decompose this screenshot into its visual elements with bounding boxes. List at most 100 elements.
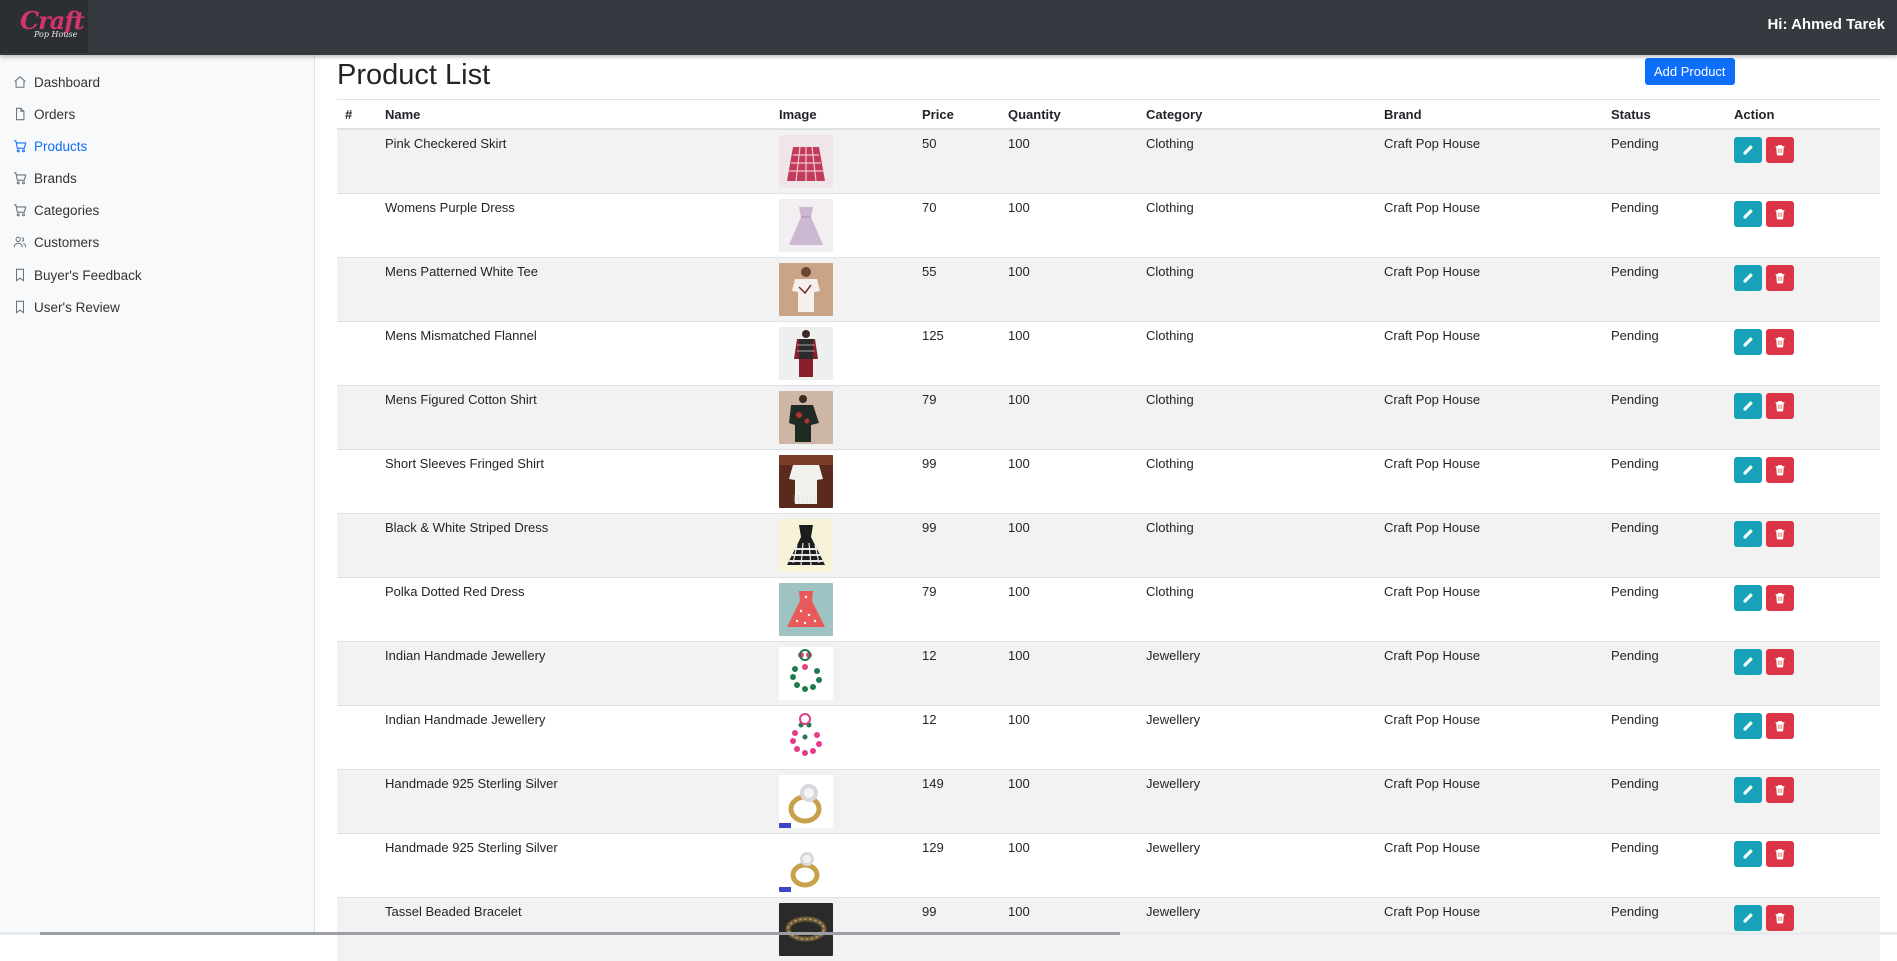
sidebar-item-categories[interactable]: Categories (0, 198, 314, 222)
product-brand: Craft Pop House (1376, 514, 1603, 578)
file-icon (13, 107, 27, 121)
logo-subtext: Pop House (34, 30, 77, 39)
action-cell (1726, 450, 1880, 514)
column-header-number: # (337, 100, 377, 129)
sidebar-item-products[interactable]: Products (0, 134, 314, 158)
sidebar-item-label: Products (34, 139, 87, 154)
edit-button[interactable] (1734, 393, 1762, 419)
action-cell (1726, 129, 1880, 194)
delete-button[interactable] (1766, 457, 1794, 483)
product-price: 129 (914, 834, 1000, 898)
action-buttons (1734, 649, 1872, 675)
row-number (337, 258, 377, 322)
edit-button[interactable] (1734, 457, 1762, 483)
product-category: Jewellery (1138, 642, 1376, 706)
delete-button[interactable] (1766, 649, 1794, 675)
column-header-category: Category (1138, 100, 1376, 129)
action-cell (1726, 578, 1880, 642)
delete-button[interactable] (1766, 521, 1794, 547)
brand-logo[interactable]: Craft Pop House (0, 0, 88, 53)
product-category: Clothing (1138, 386, 1376, 450)
product-status: Pending (1603, 578, 1726, 642)
delete-button[interactable] (1766, 265, 1794, 291)
edit-button[interactable] (1734, 841, 1762, 867)
sidebar-item-dashboard[interactable]: Dashboard (0, 70, 314, 94)
delete-button[interactable] (1766, 201, 1794, 227)
sidebar-item-buyers-feedback[interactable]: Buyer's Feedback (0, 263, 314, 287)
delete-button[interactable] (1766, 841, 1794, 867)
product-quantity: 100 (1000, 514, 1138, 578)
table-row: Womens Purple Dress70100ClothingCraft Po… (337, 194, 1880, 258)
delete-button[interactable] (1766, 777, 1794, 803)
sidebar-item-customers[interactable]: Customers (0, 230, 314, 254)
action-cell (1726, 514, 1880, 578)
product-price: 125 (914, 322, 1000, 386)
silver-ring-thumbnail (779, 775, 833, 828)
product-brand: Craft Pop House (1376, 450, 1603, 514)
delete-button[interactable] (1766, 137, 1794, 163)
product-price: 79 (914, 386, 1000, 450)
product-category: Clothing (1138, 450, 1376, 514)
cart-icon (13, 139, 27, 153)
trash-icon (1774, 208, 1786, 220)
column-header-brand: Brand (1376, 100, 1603, 129)
cotton-shirt-thumbnail (779, 391, 833, 444)
product-quantity: 100 (1000, 258, 1138, 322)
edit-button[interactable] (1734, 329, 1762, 355)
product-image-cell (771, 898, 914, 961)
action-buttons (1734, 713, 1872, 739)
product-brand: Craft Pop House (1376, 386, 1603, 450)
edit-button[interactable] (1734, 201, 1762, 227)
column-header-quantity: Quantity (1000, 100, 1138, 129)
edit-button[interactable] (1734, 777, 1762, 803)
pink-jewellery-thumbnail (779, 711, 833, 764)
sidebar-item-orders[interactable]: Orders (0, 102, 314, 126)
add-product-button[interactable]: Add Product (1645, 58, 1735, 85)
row-number (337, 578, 377, 642)
sidebar-item-label: Brands (34, 171, 77, 186)
product-image-cell (771, 450, 914, 514)
product-image-cell (771, 578, 914, 642)
action-buttons (1734, 521, 1872, 547)
delete-button[interactable] (1766, 329, 1794, 355)
delete-button[interactable] (1766, 393, 1794, 419)
row-number (337, 322, 377, 386)
delete-button[interactable] (1766, 585, 1794, 611)
product-status: Pending (1603, 642, 1726, 706)
edit-button[interactable] (1734, 905, 1762, 931)
product-status: Pending (1603, 898, 1726, 961)
product-quantity: 100 (1000, 834, 1138, 898)
column-header-status: Status (1603, 100, 1726, 129)
edit-button[interactable] (1734, 137, 1762, 163)
row-number (337, 706, 377, 770)
user-greeting[interactable]: Hi: Ahmed Tarek (1767, 16, 1885, 33)
product-quantity: 100 (1000, 706, 1138, 770)
edit-button[interactable] (1734, 265, 1762, 291)
action-cell (1726, 770, 1880, 834)
product-quantity: 100 (1000, 898, 1138, 961)
delete-button[interactable] (1766, 713, 1794, 739)
edit-button[interactable] (1734, 713, 1762, 739)
product-status: Pending (1603, 834, 1726, 898)
product-brand: Craft Pop House (1376, 706, 1603, 770)
product-brand: Craft Pop House (1376, 834, 1603, 898)
table-row: Indian Handmade Jewellery12100JewelleryC… (337, 642, 1880, 706)
table-row: Mens Mismatched Flannel125100ClothingCra… (337, 322, 1880, 386)
bookmark-icon (13, 268, 27, 282)
column-header-action: Action (1726, 100, 1880, 129)
action-buttons (1734, 265, 1872, 291)
edit-button[interactable] (1734, 649, 1762, 675)
product-quantity: 100 (1000, 386, 1138, 450)
product-quantity: 100 (1000, 194, 1138, 258)
table-row: Polka Dotted Red Dress79100ClothingCraft… (337, 578, 1880, 642)
sidebar-item-brands[interactable]: Brands (0, 166, 314, 190)
purple-dress-thumbnail (779, 199, 833, 252)
edit-button[interactable] (1734, 585, 1762, 611)
sidebar-item-users-review[interactable]: User's Review (0, 295, 314, 319)
product-status: Pending (1603, 450, 1726, 514)
row-number (337, 770, 377, 834)
delete-button[interactable] (1766, 905, 1794, 931)
edit-button[interactable] (1734, 521, 1762, 547)
trash-icon (1774, 464, 1786, 476)
product-image-cell (771, 642, 914, 706)
